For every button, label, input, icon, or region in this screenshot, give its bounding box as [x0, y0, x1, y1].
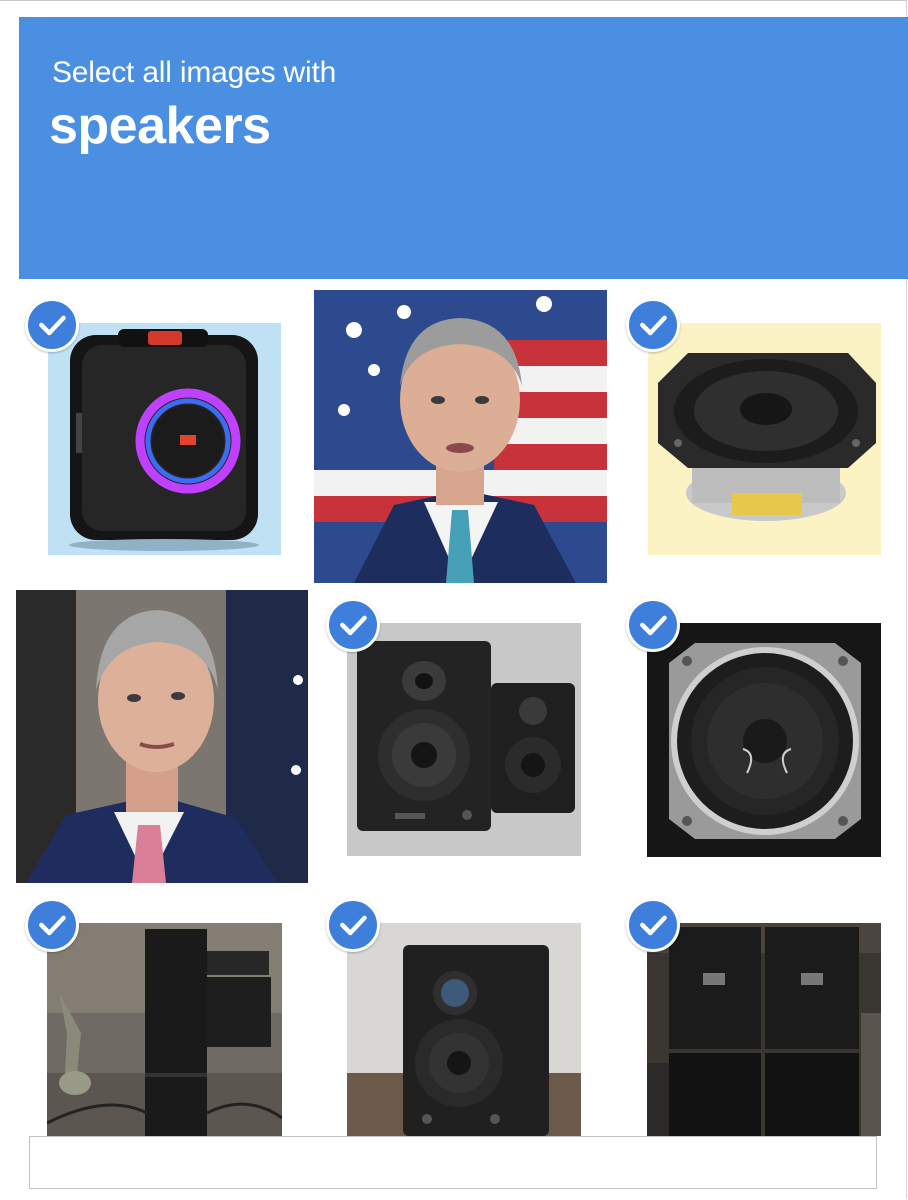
image-tile-7[interactable] — [47, 923, 282, 1136]
portrait-with-flag-image — [314, 290, 607, 583]
image-tile-1[interactable] — [48, 323, 281, 555]
speaker-driver-image — [647, 623, 881, 857]
selected-check-icon — [25, 898, 79, 952]
selected-check-icon — [626, 598, 680, 652]
challenge-target: speakers — [49, 97, 271, 155]
image-tile-6[interactable] — [647, 623, 881, 857]
tower-speaker-image — [47, 923, 282, 1136]
selected-check-icon — [25, 298, 79, 352]
studio-monitor-image — [347, 923, 581, 1136]
challenge-footer — [29, 1136, 877, 1189]
speaker-driver-image — [648, 323, 881, 555]
image-tile-2[interactable] — [314, 290, 607, 583]
challenge-prompt: Select all images with — [52, 56, 337, 89]
selected-check-icon — [626, 298, 680, 352]
studio-monitors-image — [347, 623, 581, 856]
portrait-image — [16, 590, 308, 883]
image-tile-3[interactable] — [648, 323, 881, 555]
selected-check-icon — [326, 598, 380, 652]
portable-speaker-image — [48, 323, 281, 555]
image-tile-9[interactable] — [647, 923, 881, 1136]
image-tile-8[interactable] — [347, 923, 581, 1136]
selected-check-icon — [626, 898, 680, 952]
image-tile-4[interactable] — [16, 590, 308, 883]
image-tile-5[interactable] — [347, 623, 581, 856]
stacked-speakers-image — [647, 923, 881, 1136]
selected-check-icon — [326, 898, 380, 952]
